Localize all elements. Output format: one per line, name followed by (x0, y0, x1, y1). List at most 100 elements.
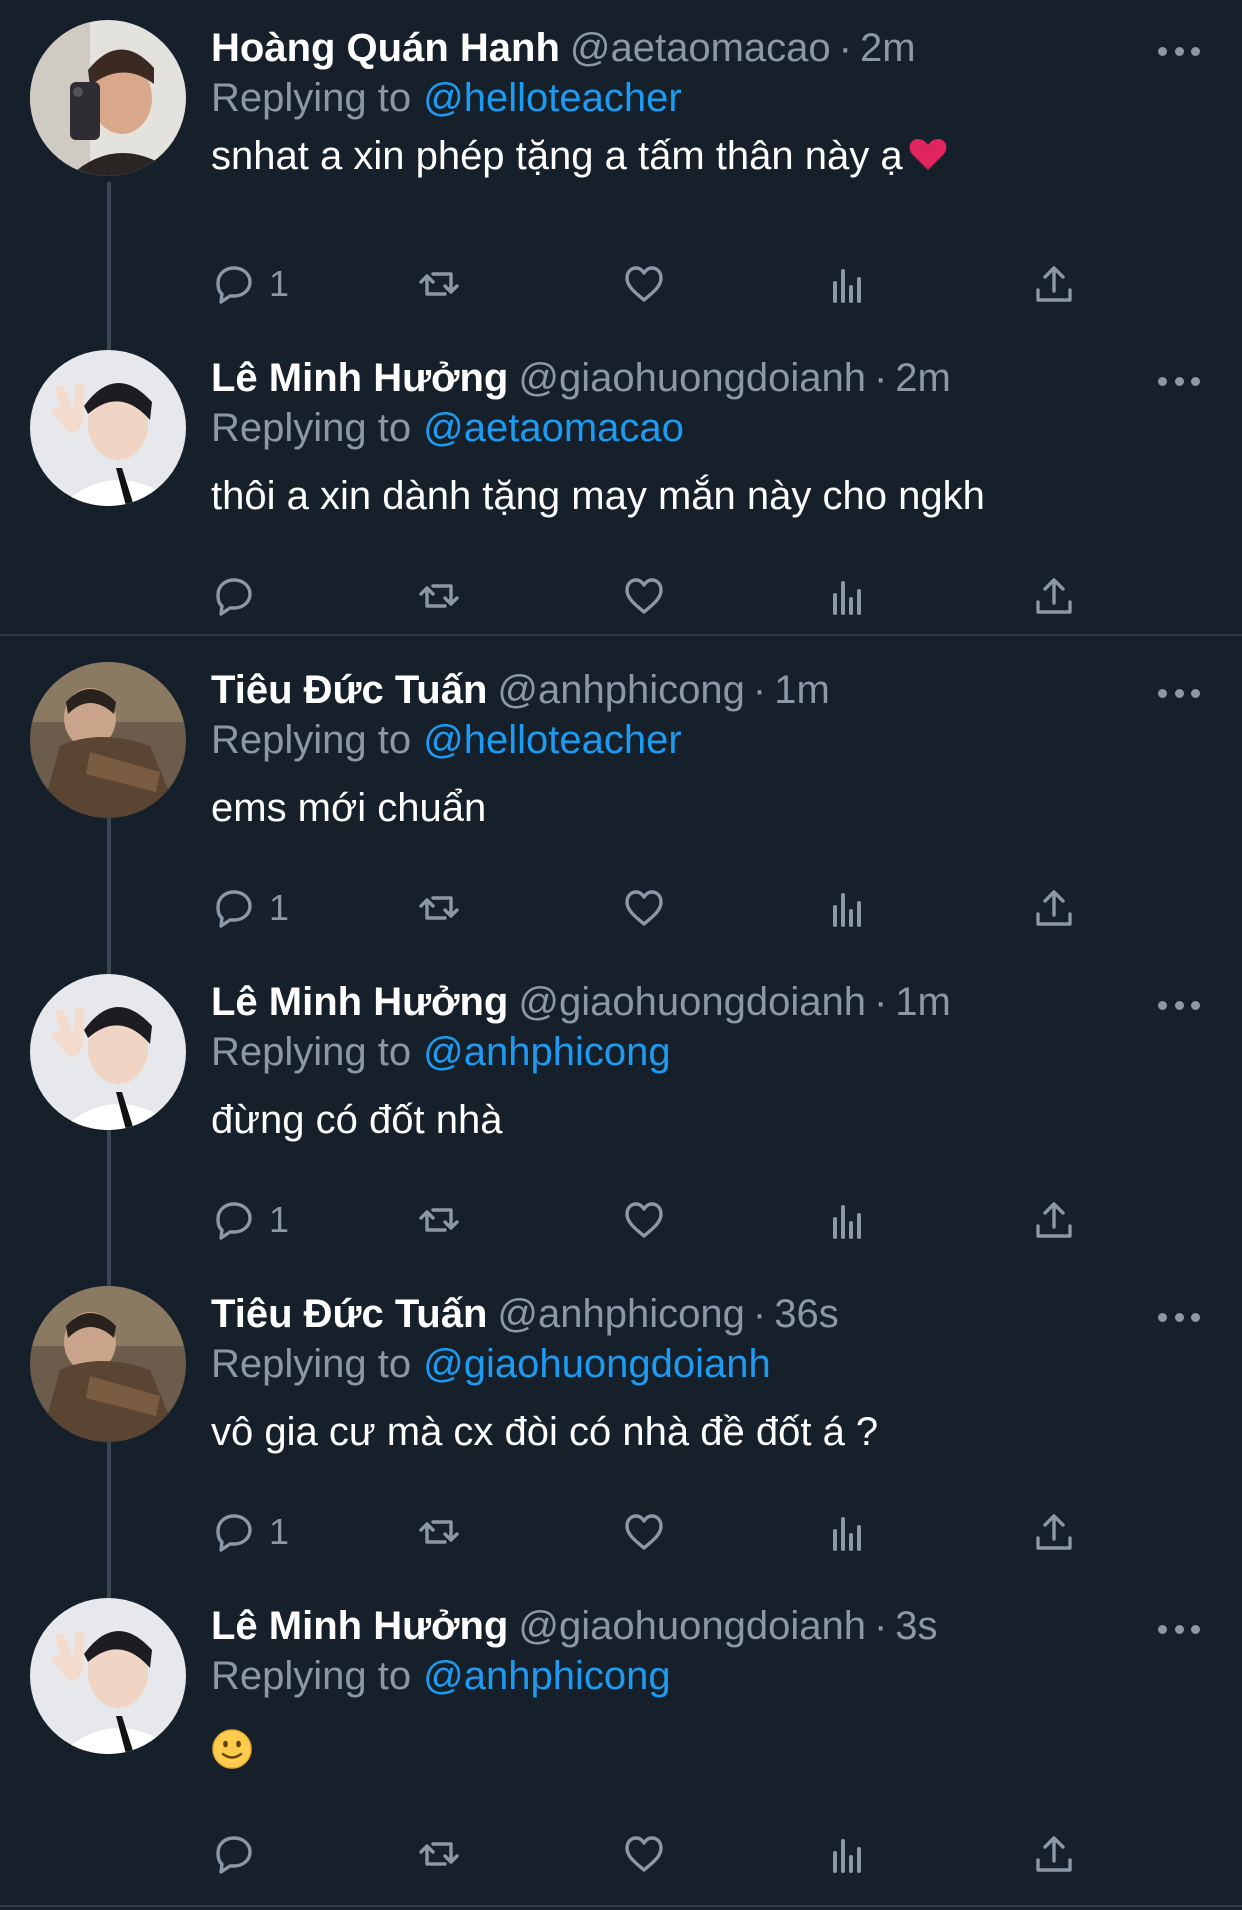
reply-mention-link[interactable]: @giaohuongdoianh (423, 1342, 771, 1386)
views-button[interactable] (826, 568, 872, 624)
reply-button[interactable]: 1 (211, 880, 289, 936)
thread-line (107, 1130, 111, 1286)
more-icon[interactable] (1158, 688, 1200, 698)
views-button[interactable] (826, 1504, 872, 1560)
avatar-mirror-selfie-image (30, 20, 186, 176)
more-icon[interactable] (1158, 1312, 1200, 1322)
user-handle[interactable]: @anhphicong (497, 668, 744, 712)
tweet-header: Lê Minh Hưởng @giaohuongdoianh · 1m (211, 974, 951, 1030)
retweet-button[interactable] (416, 1504, 462, 1560)
like-button[interactable] (621, 568, 667, 624)
timestamp[interactable]: 36s (774, 1292, 839, 1336)
more-icon[interactable] (1158, 376, 1200, 386)
reply-count: 1 (269, 263, 290, 304)
views-button[interactable] (826, 880, 872, 936)
replying-to-label: Replying to (211, 406, 412, 450)
avatar[interactable] (30, 662, 186, 818)
views-button[interactable] (826, 256, 872, 312)
views-button[interactable] (826, 1826, 872, 1882)
reply-mention-link[interactable]: @helloteacher (423, 76, 682, 120)
replying-to: Replying to @aetaomacao (211, 400, 684, 456)
share-icon (1036, 1514, 1072, 1550)
user-handle[interactable]: @aetaomacao (570, 26, 831, 70)
share-icon (1036, 578, 1072, 614)
tweet-text-content: snhat a xin phép tặng a tấm thân này ạ (211, 134, 903, 178)
retweet-button[interactable] (416, 1192, 462, 1248)
timestamp[interactable]: 2m (860, 26, 916, 70)
display-name[interactable]: Lê Minh Hưởng (211, 356, 508, 400)
thread-line (107, 818, 111, 974)
thread-line (107, 182, 111, 350)
retweet-button[interactable] (416, 568, 462, 624)
retweet-button[interactable] (416, 1826, 462, 1882)
retweet-button[interactable] (416, 256, 462, 312)
avatar[interactable] (30, 1286, 186, 1442)
timestamp[interactable]: 2m (895, 356, 951, 400)
avatar-peace-sign-image (30, 1598, 186, 1754)
share-button[interactable] (1031, 568, 1077, 624)
share-button[interactable] (1031, 1504, 1077, 1560)
display-name[interactable]: Tiêu Đức Tuấn (211, 668, 487, 712)
replying-to: Replying to @helloteacher (211, 712, 682, 768)
user-handle[interactable]: @giaohuongdoianh (518, 980, 866, 1024)
share-icon (1036, 890, 1072, 926)
reply-mention-link[interactable]: @helloteacher (423, 718, 682, 762)
reply-button[interactable]: 1 (211, 256, 289, 312)
timestamp[interactable]: 1m (895, 980, 951, 1024)
views-icon (833, 269, 861, 303)
avatar[interactable] (30, 974, 186, 1130)
display-name[interactable]: Lê Minh Hưởng (211, 980, 508, 1024)
replying-to: Replying to @giaohuongdoianh (211, 1336, 771, 1392)
replying-to: Replying to @anhphicong (211, 1648, 671, 1704)
replying-to-label: Replying to (211, 718, 412, 762)
retweet-icon (419, 584, 459, 608)
more-icon[interactable] (1158, 46, 1200, 56)
retweet-button[interactable] (416, 880, 462, 936)
reply-button[interactable]: 1 (211, 1192, 289, 1248)
share-button[interactable] (1031, 1192, 1077, 1248)
more-icon[interactable] (1158, 1000, 1200, 1010)
display-name[interactable]: Lê Minh Hưởng (211, 1604, 508, 1648)
like-button[interactable] (621, 1504, 667, 1560)
retweet-icon (419, 896, 459, 920)
user-handle[interactable]: @giaohuongdoianh (518, 1604, 866, 1648)
display-name[interactable]: Hoàng Quán Hanh (211, 26, 560, 70)
reply-button[interactable]: 1 (211, 1504, 289, 1560)
reply-mention-link[interactable]: @anhphicong (423, 1654, 670, 1698)
avatar[interactable] (30, 1598, 186, 1754)
views-icon (833, 893, 861, 927)
reply-button[interactable] (211, 568, 269, 624)
like-icon (625, 1836, 663, 1872)
share-button[interactable] (1031, 256, 1077, 312)
tweet-action-bar: 1 (211, 1192, 1111, 1248)
reply-icon (216, 266, 252, 304)
user-handle[interactable]: @giaohuongdoianh (518, 356, 866, 400)
display-name[interactable]: Tiêu Đức Tuấn (211, 1292, 487, 1336)
retweet-icon (419, 1842, 459, 1866)
user-handle[interactable]: @anhphicong (497, 1292, 744, 1336)
share-button[interactable] (1031, 880, 1077, 936)
retweet-icon (419, 1208, 459, 1232)
avatar-brown-jacket-image (30, 1286, 186, 1442)
avatar[interactable] (30, 20, 186, 176)
share-button[interactable] (1031, 1826, 1077, 1882)
reply-icon (216, 1202, 252, 1240)
like-button[interactable] (621, 256, 667, 312)
reply-mention-link[interactable]: @aetaomacao (423, 406, 684, 450)
more-icon[interactable] (1158, 1624, 1200, 1634)
separator-dot: · (838, 26, 852, 70)
reply-mention-link[interactable]: @anhphicong (423, 1030, 670, 1074)
reply-count: 1 (269, 1511, 290, 1552)
thread-line (107, 1442, 111, 1598)
tweet-action-bar (211, 568, 1111, 624)
like-button[interactable] (621, 880, 667, 936)
like-button[interactable] (621, 1826, 667, 1882)
reply-button[interactable] (211, 1826, 269, 1882)
avatar[interactable] (30, 350, 186, 506)
timestamp[interactable]: 1m (774, 668, 830, 712)
tweet-action-bar: 1 (211, 256, 1111, 312)
timestamp[interactable]: 3s (895, 1604, 937, 1648)
like-button[interactable] (621, 1192, 667, 1248)
views-button[interactable] (826, 1192, 872, 1248)
conversation-divider (0, 634, 1242, 636)
